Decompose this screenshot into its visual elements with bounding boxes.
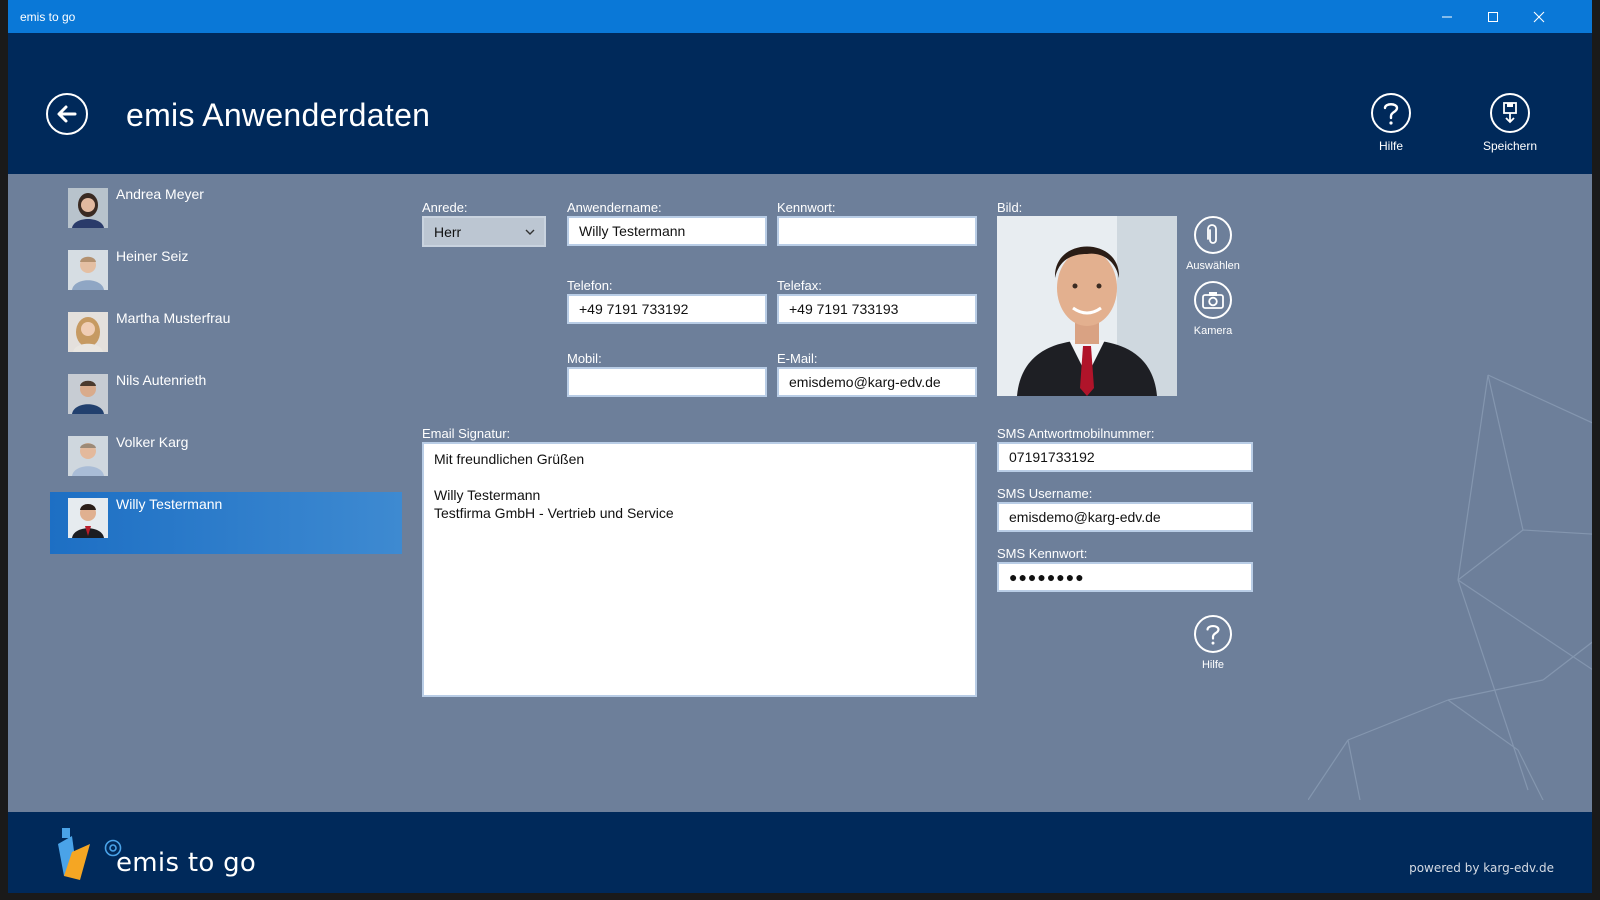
anrede-value: Herr [434, 224, 462, 240]
list-item[interactable]: Andrea Meyer [50, 182, 402, 244]
avatar [68, 188, 108, 228]
camera-icon [1202, 292, 1224, 309]
phone-label: Telefon: [567, 278, 613, 293]
arrow-left-icon [57, 105, 77, 123]
user-name: Martha Musterfrau [116, 310, 231, 326]
user-name: Heiner Seiz [116, 248, 189, 264]
footer-brand: emis to go [116, 848, 257, 878]
paperclip-icon [1207, 224, 1217, 244]
fax-input[interactable]: +49 7191 733193 [777, 294, 977, 324]
sms-help-label: Hilfe [1201, 659, 1224, 671]
list-item[interactable]: Volker Karg [50, 430, 402, 492]
signature-label: Email Signatur: [422, 426, 511, 441]
list-item[interactable]: Heiner Seiz [50, 244, 402, 306]
mobile-input[interactable] [567, 367, 767, 397]
footer: emis to go powered by karg-edv.de [8, 812, 1592, 893]
camera-button[interactable]: Kamera [1178, 281, 1248, 337]
window-title: emis to go [20, 10, 76, 24]
close-button[interactable] [1516, 0, 1562, 33]
avatar [68, 498, 108, 538]
fax-label: Telefax: [777, 278, 822, 293]
page-title: emis Anwenderdaten [126, 97, 431, 133]
user-photo [997, 216, 1177, 396]
help-button[interactable]: Hilfe [1351, 93, 1431, 153]
user-list: Andrea Meyer Heiner Seiz Martha Musterfr… [50, 182, 402, 554]
list-item[interactable]: Nils Autenrieth [50, 368, 402, 430]
choose-label: Auswählen [1186, 260, 1240, 272]
avatar [68, 312, 108, 352]
email-input[interactable]: emisdemo@karg-edv.de [777, 367, 977, 397]
sms-reply-input[interactable]: 07191733192 [997, 442, 1253, 472]
phone-input[interactable]: +49 7191 733192 [567, 294, 767, 324]
signature-textarea[interactable]: Mit freundlichen Grüßen Willy Testermann… [422, 442, 977, 697]
password-label: Kennwort: [777, 200, 836, 215]
chevron-down-icon [525, 229, 535, 235]
page-header: emis Anwenderdaten Hilfe Speichern [8, 33, 1592, 174]
list-item[interactable]: Martha Musterfrau [50, 306, 402, 368]
sms-user-input[interactable]: emisdemo@karg-edv.de [997, 502, 1253, 532]
close-icon [1533, 11, 1545, 22]
sms-pass-label: SMS Kennwort: [997, 546, 1088, 561]
username-input[interactable]: Willy Testermann [567, 216, 767, 246]
save-label: Speichern [1482, 139, 1538, 153]
anrede-label: Anrede: [422, 200, 468, 215]
app-window: emis to go emis Anwenderdaten Hilfe Spei… [8, 0, 1592, 893]
avatar [68, 250, 108, 290]
sms-help-button[interactable]: Hilfe [1178, 615, 1248, 671]
anrede-select[interactable]: Herr [422, 216, 546, 247]
title-bar: emis to go [8, 0, 1592, 33]
question-icon [1383, 103, 1399, 125]
email-label: E-Mail: [777, 351, 818, 366]
sms-pass-input[interactable]: ●●●●●●●● [997, 562, 1253, 592]
minimize-icon [1442, 16, 1452, 17]
minimize-button[interactable] [1424, 0, 1470, 33]
save-icon [1503, 102, 1517, 124]
sms-user-label: SMS Username: [997, 486, 1093, 501]
mobile-label: Mobil: [567, 351, 602, 366]
footer-powered-by[interactable]: powered by karg-edv.de [1409, 861, 1554, 875]
user-name: Volker Karg [116, 434, 189, 450]
sms-reply-label: SMS Antwortmobilnummer: [997, 426, 1155, 441]
question-icon [1206, 624, 1220, 645]
avatar [68, 436, 108, 476]
list-item-selected[interactable]: Willy Testermann [50, 492, 402, 554]
password-input[interactable] [777, 216, 977, 246]
maximize-button[interactable] [1470, 0, 1516, 33]
camera-label: Kamera [1193, 325, 1233, 337]
save-button[interactable]: Speichern [1470, 93, 1550, 153]
username-label: Anwendername: [567, 200, 662, 215]
user-name: Willy Testermann [116, 496, 223, 512]
user-name: Nils Autenrieth [116, 372, 207, 388]
picture-label: Bild: [997, 200, 1023, 215]
choose-picture-button[interactable]: Auswählen [1178, 216, 1248, 272]
maximize-icon [1488, 11, 1498, 22]
emis-logo-icon [58, 828, 90, 880]
help-label: Hilfe [1378, 139, 1403, 153]
avatar [68, 374, 108, 414]
back-button[interactable] [46, 93, 88, 135]
background-decoration [1308, 374, 1592, 800]
user-name: Andrea Meyer [116, 186, 204, 202]
